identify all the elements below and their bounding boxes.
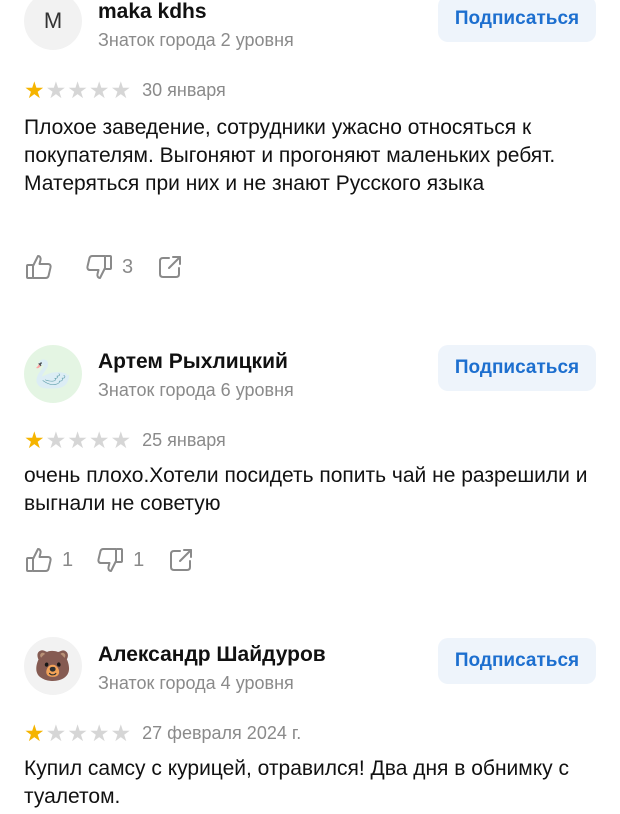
star-icon: ★ [45,77,67,103]
like-count: 1 [62,548,74,571]
thumbs-down-icon [86,255,112,279]
bear-icon: 🐻 [34,649,72,683]
star-icon: ★ [67,720,88,746]
dislike-button[interactable]: 3 [84,252,133,282]
avatar[interactable]: 🐻 [24,637,82,695]
avatar-letter: M [43,8,63,33]
star-icon: ★ [24,427,45,453]
star-icon: ★ [24,720,45,746]
subscribe-button[interactable]: Подписаться [438,0,596,42]
review-text: Плохое заведение, сотрудники ужасно отно… [24,116,556,195]
star-icon: ★ [67,427,88,453]
star-icon: ★ [24,77,45,103]
star-icon: ★ [88,720,110,746]
author-level: Знаток города 6 уровня [98,380,294,400]
thumbs-up-icon [26,548,52,572]
review-actions: 3 [24,252,207,282]
goose-icon: 🦢 [34,357,72,391]
star-icon: ★ [45,720,67,746]
dislike-count: 1 [133,548,145,571]
avatar[interactable]: M [24,0,82,50]
subscribe-button[interactable]: Подписаться [438,345,596,391]
dislike-button[interactable]: 1 [95,545,144,575]
thumbs-up-icon [26,255,52,279]
star-icon: ★ [45,427,67,453]
share-button[interactable] [155,252,185,282]
star-icon: ★ [88,427,110,453]
rating: ★ ★ ★ ★ ★ 27 февраля 2024 г. [24,722,301,745]
avatar[interactable]: 🦢 [24,345,82,403]
thumbs-down-icon [97,548,124,572]
share-icon [170,549,193,571]
like-button[interactable] [24,252,62,282]
rating: ★ ★ ★ ★ ★ 30 января [24,79,226,102]
review-date: 30 января [142,80,226,100]
subscribe-button[interactable]: Подписаться [438,638,596,684]
rating: ★ ★ ★ ★ ★ 25 января [24,429,226,452]
star-icon: ★ [110,427,132,453]
author-level: Знаток города 4 уровня [98,673,294,693]
author-level: Знаток города 2 уровня [98,30,294,50]
star-icon: ★ [88,77,110,103]
star-icon: ★ [110,77,132,103]
dislike-count: 3 [122,255,134,278]
like-button[interactable]: 1 [24,545,73,575]
review-actions: 1 1 [24,545,218,575]
review-date: 25 января [142,430,226,450]
share-button[interactable] [166,545,196,575]
review-date: 27 февраля 2024 г. [142,723,302,743]
author-name[interactable]: Артем Рыхлицкий [98,350,288,374]
share-icon [159,256,182,278]
author-name[interactable]: Александр Шайдуров [98,643,326,667]
review-text: очень плохо.Хотели посидеть попить чай н… [24,464,588,515]
review-text: Купил самсу с курицей, отравился! Два дн… [24,757,569,808]
author-name[interactable]: maka kdhs [98,0,207,24]
star-icon: ★ [67,77,88,103]
star-icon: ★ [110,720,132,746]
